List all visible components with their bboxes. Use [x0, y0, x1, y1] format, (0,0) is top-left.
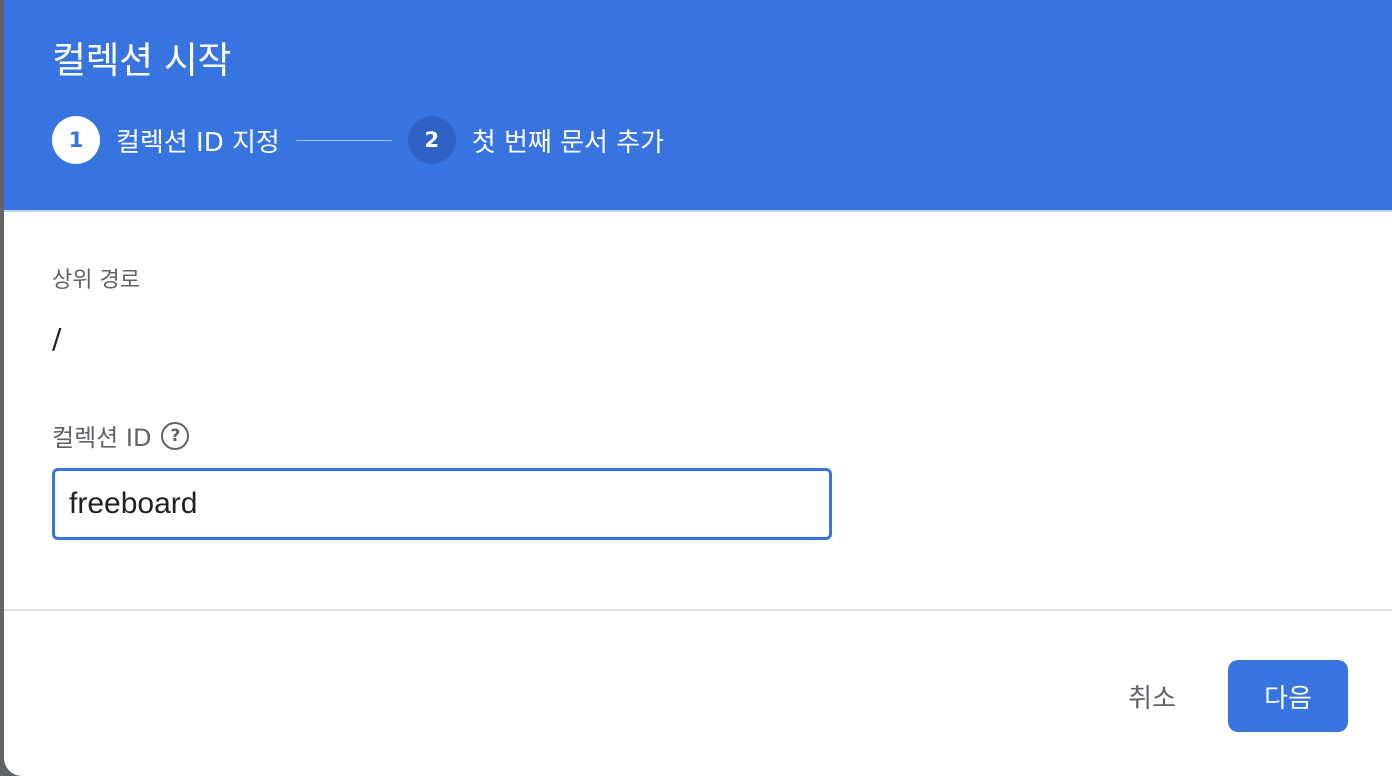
step-2-label: 첫 번째 문서 추가: [471, 127, 665, 158]
next-button[interactable]: 다음: [1228, 660, 1348, 732]
dialog-footer: 취소 다음: [1106, 660, 1348, 732]
collection-id-field-wrapper: [52, 468, 832, 540]
parent-path-label: 상위 경로: [52, 268, 140, 293]
step-2-indicator: 2: [407, 116, 456, 164]
collection-id-label: 컬렉션 ID: [52, 424, 152, 452]
help-icon[interactable]: ?: [161, 421, 190, 450]
start-collection-dialog: 컬렉션 시작 1 컬렉션 ID 지정 2 첫 번째 문서 추가 상위 경로 / …: [4, 0, 1392, 776]
collection-id-label-row: 컬렉션 ID ?: [52, 418, 190, 453]
dialog-header: 컬렉션 시작 1 컬렉션 ID 지정 2 첫 번째 문서 추가: [4, 0, 1392, 212]
step-connector: [295, 139, 392, 141]
parent-path-value: /: [52, 322, 62, 355]
dialog-title: 컬렉션 시작: [52, 39, 231, 82]
step-1-label: 컬렉션 ID 지정: [116, 127, 280, 158]
cancel-button[interactable]: 취소: [1106, 660, 1198, 732]
footer-divider: [4, 609, 1392, 611]
stepper: 1 컬렉션 ID 지정 2 첫 번째 문서 추가: [52, 116, 664, 164]
step-1-indicator: 1: [52, 116, 100, 164]
collection-id-input[interactable]: [55, 471, 829, 537]
